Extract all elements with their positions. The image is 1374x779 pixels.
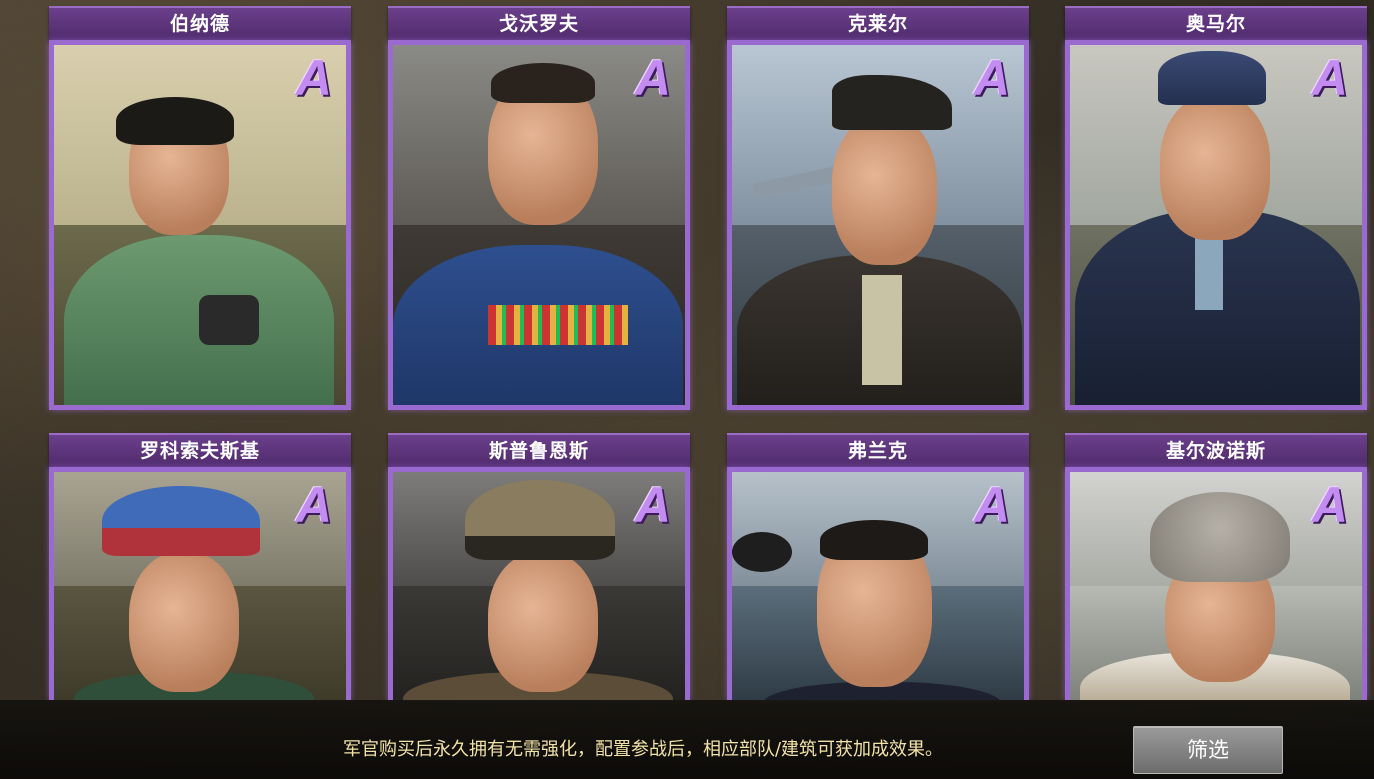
rank-badge: A	[973, 477, 1010, 533]
officer-portrait-frame[interactable]: A	[1065, 467, 1367, 700]
rank-badge: A	[295, 477, 332, 533]
officer-card-omar[interactable]: 奥马尔 A	[1065, 6, 1367, 410]
officer-portrait-frame[interactable]: A	[49, 467, 351, 700]
officer-portrait-frame[interactable]: A	[1065, 40, 1367, 410]
officer-portrait-frame[interactable]: A	[727, 467, 1029, 700]
officer-name: 斯普鲁恩斯	[388, 433, 690, 469]
officer-portrait-frame[interactable]: A	[49, 40, 351, 410]
rank-badge: A	[1311, 477, 1348, 533]
rank-badge: A	[1311, 50, 1348, 106]
officer-portrait-frame[interactable]: A	[388, 40, 690, 410]
officer-card-rokossovsky[interactable]: 罗科索夫斯基 A	[49, 433, 351, 700]
officer-card-spruance[interactable]: 斯普鲁恩斯 A	[388, 433, 690, 700]
officer-portrait-frame[interactable]: A	[727, 40, 1029, 410]
officer-name: 基尔波诺斯	[1065, 433, 1367, 469]
officer-card-bernard[interactable]: 伯纳德 A	[49, 6, 351, 410]
rank-badge: A	[973, 50, 1010, 106]
officer-name: 罗科索夫斯基	[49, 433, 351, 469]
officer-name: 弗兰克	[727, 433, 1029, 469]
officer-name: 伯纳德	[49, 6, 351, 42]
officer-card-chennault[interactable]: 克莱尔 A	[727, 6, 1029, 410]
rank-badge: A	[295, 50, 332, 106]
rank-badge: A	[634, 477, 671, 533]
officer-name: 奥马尔	[1065, 6, 1367, 42]
officer-card-kirponos[interactable]: 基尔波诺斯 A	[1065, 433, 1367, 700]
officer-name: 戈沃罗夫	[388, 6, 690, 42]
officer-name: 克莱尔	[727, 6, 1029, 42]
officer-card-govorov[interactable]: 戈沃罗夫 A	[388, 6, 690, 410]
filter-button[interactable]: 筛选	[1133, 726, 1283, 774]
rank-badge: A	[634, 50, 671, 106]
officer-card-frank[interactable]: 弗兰克 A	[727, 433, 1029, 700]
officer-card-grid: 伯纳德 A 戈沃罗夫 A 克莱尔 A 奥马尔 A 罗科索夫斯基 A 斯普鲁恩斯 …	[0, 0, 1374, 700]
officer-portrait-frame[interactable]: A	[388, 467, 690, 700]
officer-notice-text: 军官购买后永久拥有无需强化，配置参战后，相应部队/建筑可获加成效果。	[343, 739, 944, 760]
